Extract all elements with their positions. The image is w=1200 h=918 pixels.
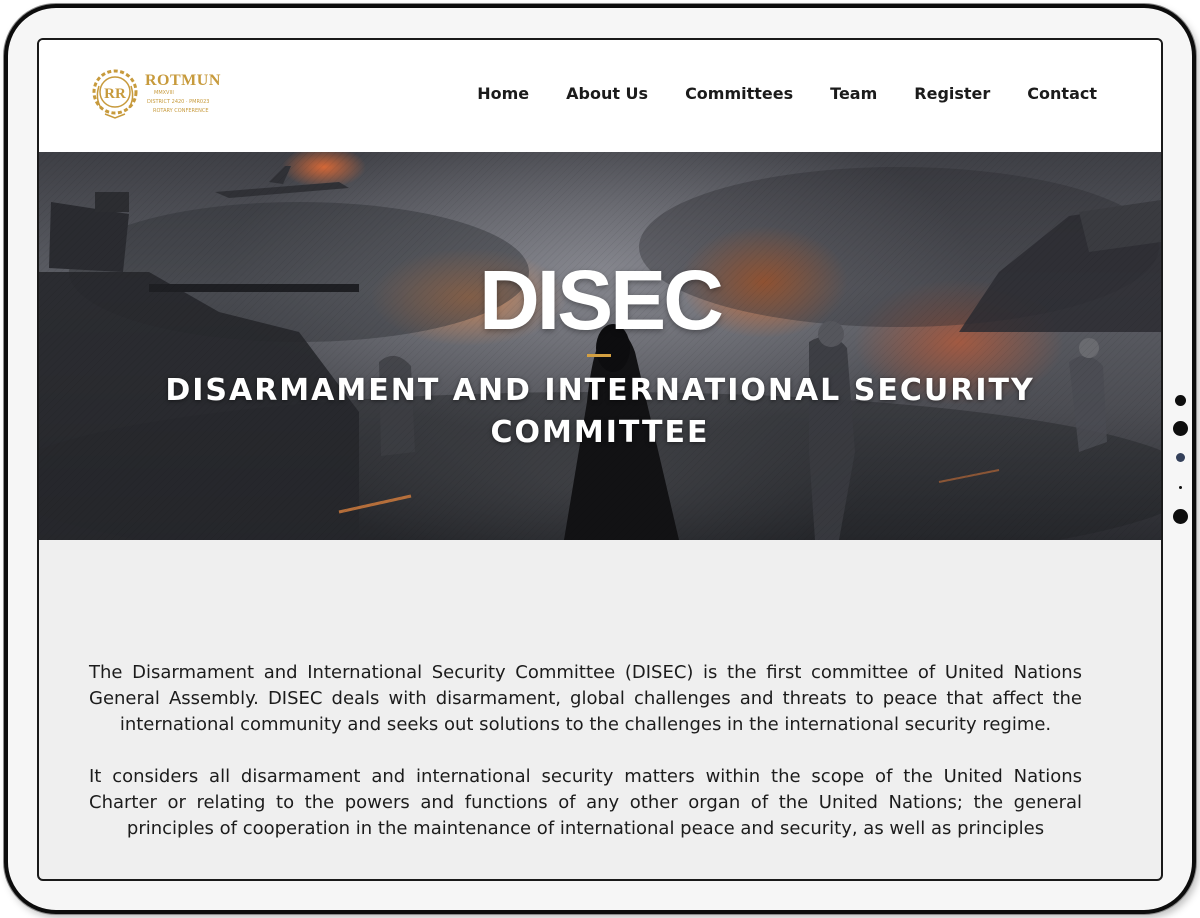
nav-home[interactable]: Home — [477, 84, 529, 103]
browser-viewport: RR ROTMUN MMXVIII DISTRICT 2420 · PMR023… — [37, 38, 1163, 881]
logo-wordmark: ROTMUN — [145, 72, 221, 89]
nav-about-us[interactable]: About Us — [566, 84, 648, 103]
nav-contact[interactable]: Contact — [1027, 84, 1097, 103]
hero-subtitle: DISARMAMENT AND INTERNATIONAL SECURITY C… — [165, 373, 1035, 450]
svg-text:RR: RR — [104, 86, 126, 102]
nav-register[interactable]: Register — [914, 84, 990, 103]
logo-tagline-3: ROTARY CONFERENCE — [153, 108, 209, 114]
pagination-dot-3[interactable] — [1176, 453, 1185, 462]
nav-committees[interactable]: Committees — [685, 84, 793, 103]
slide-pagination — [1172, 392, 1188, 532]
rotary-gear-icon: RR — [92, 69, 138, 119]
hero-banner: DISEC DISARMAMENT AND INTERNATIONAL SECU… — [39, 152, 1161, 540]
logo-tagline-2: DISTRICT 2420 · PMR023 — [147, 99, 210, 105]
site-logo[interactable]: RR ROTMUN MMXVIII DISTRICT 2420 · PMR023… — [91, 68, 221, 120]
description-paragraph-1: The Disarmament and International Securi… — [89, 662, 1082, 735]
logo-tagline-1: MMXVIII — [154, 90, 174, 96]
pagination-dot-1[interactable] — [1175, 395, 1186, 406]
hero-accent-rule — [587, 354, 611, 357]
nav-team[interactable]: Team — [830, 84, 877, 103]
pagination-dot-4[interactable] — [1179, 486, 1182, 489]
pagination-dot-2[interactable] — [1173, 421, 1188, 436]
committee-description: The Disarmament and International Securi… — [89, 660, 1082, 842]
pagination-dot-5[interactable] — [1173, 509, 1188, 524]
site-header: RR ROTMUN MMXVIII DISTRICT 2420 · PMR023… — [39, 40, 1161, 152]
main-navigation: Home About Us Committees Team Register C… — [477, 84, 1097, 103]
description-paragraph-2: It considers all disarmament and interna… — [89, 766, 1082, 839]
hero-title: DISEC — [479, 253, 724, 347]
